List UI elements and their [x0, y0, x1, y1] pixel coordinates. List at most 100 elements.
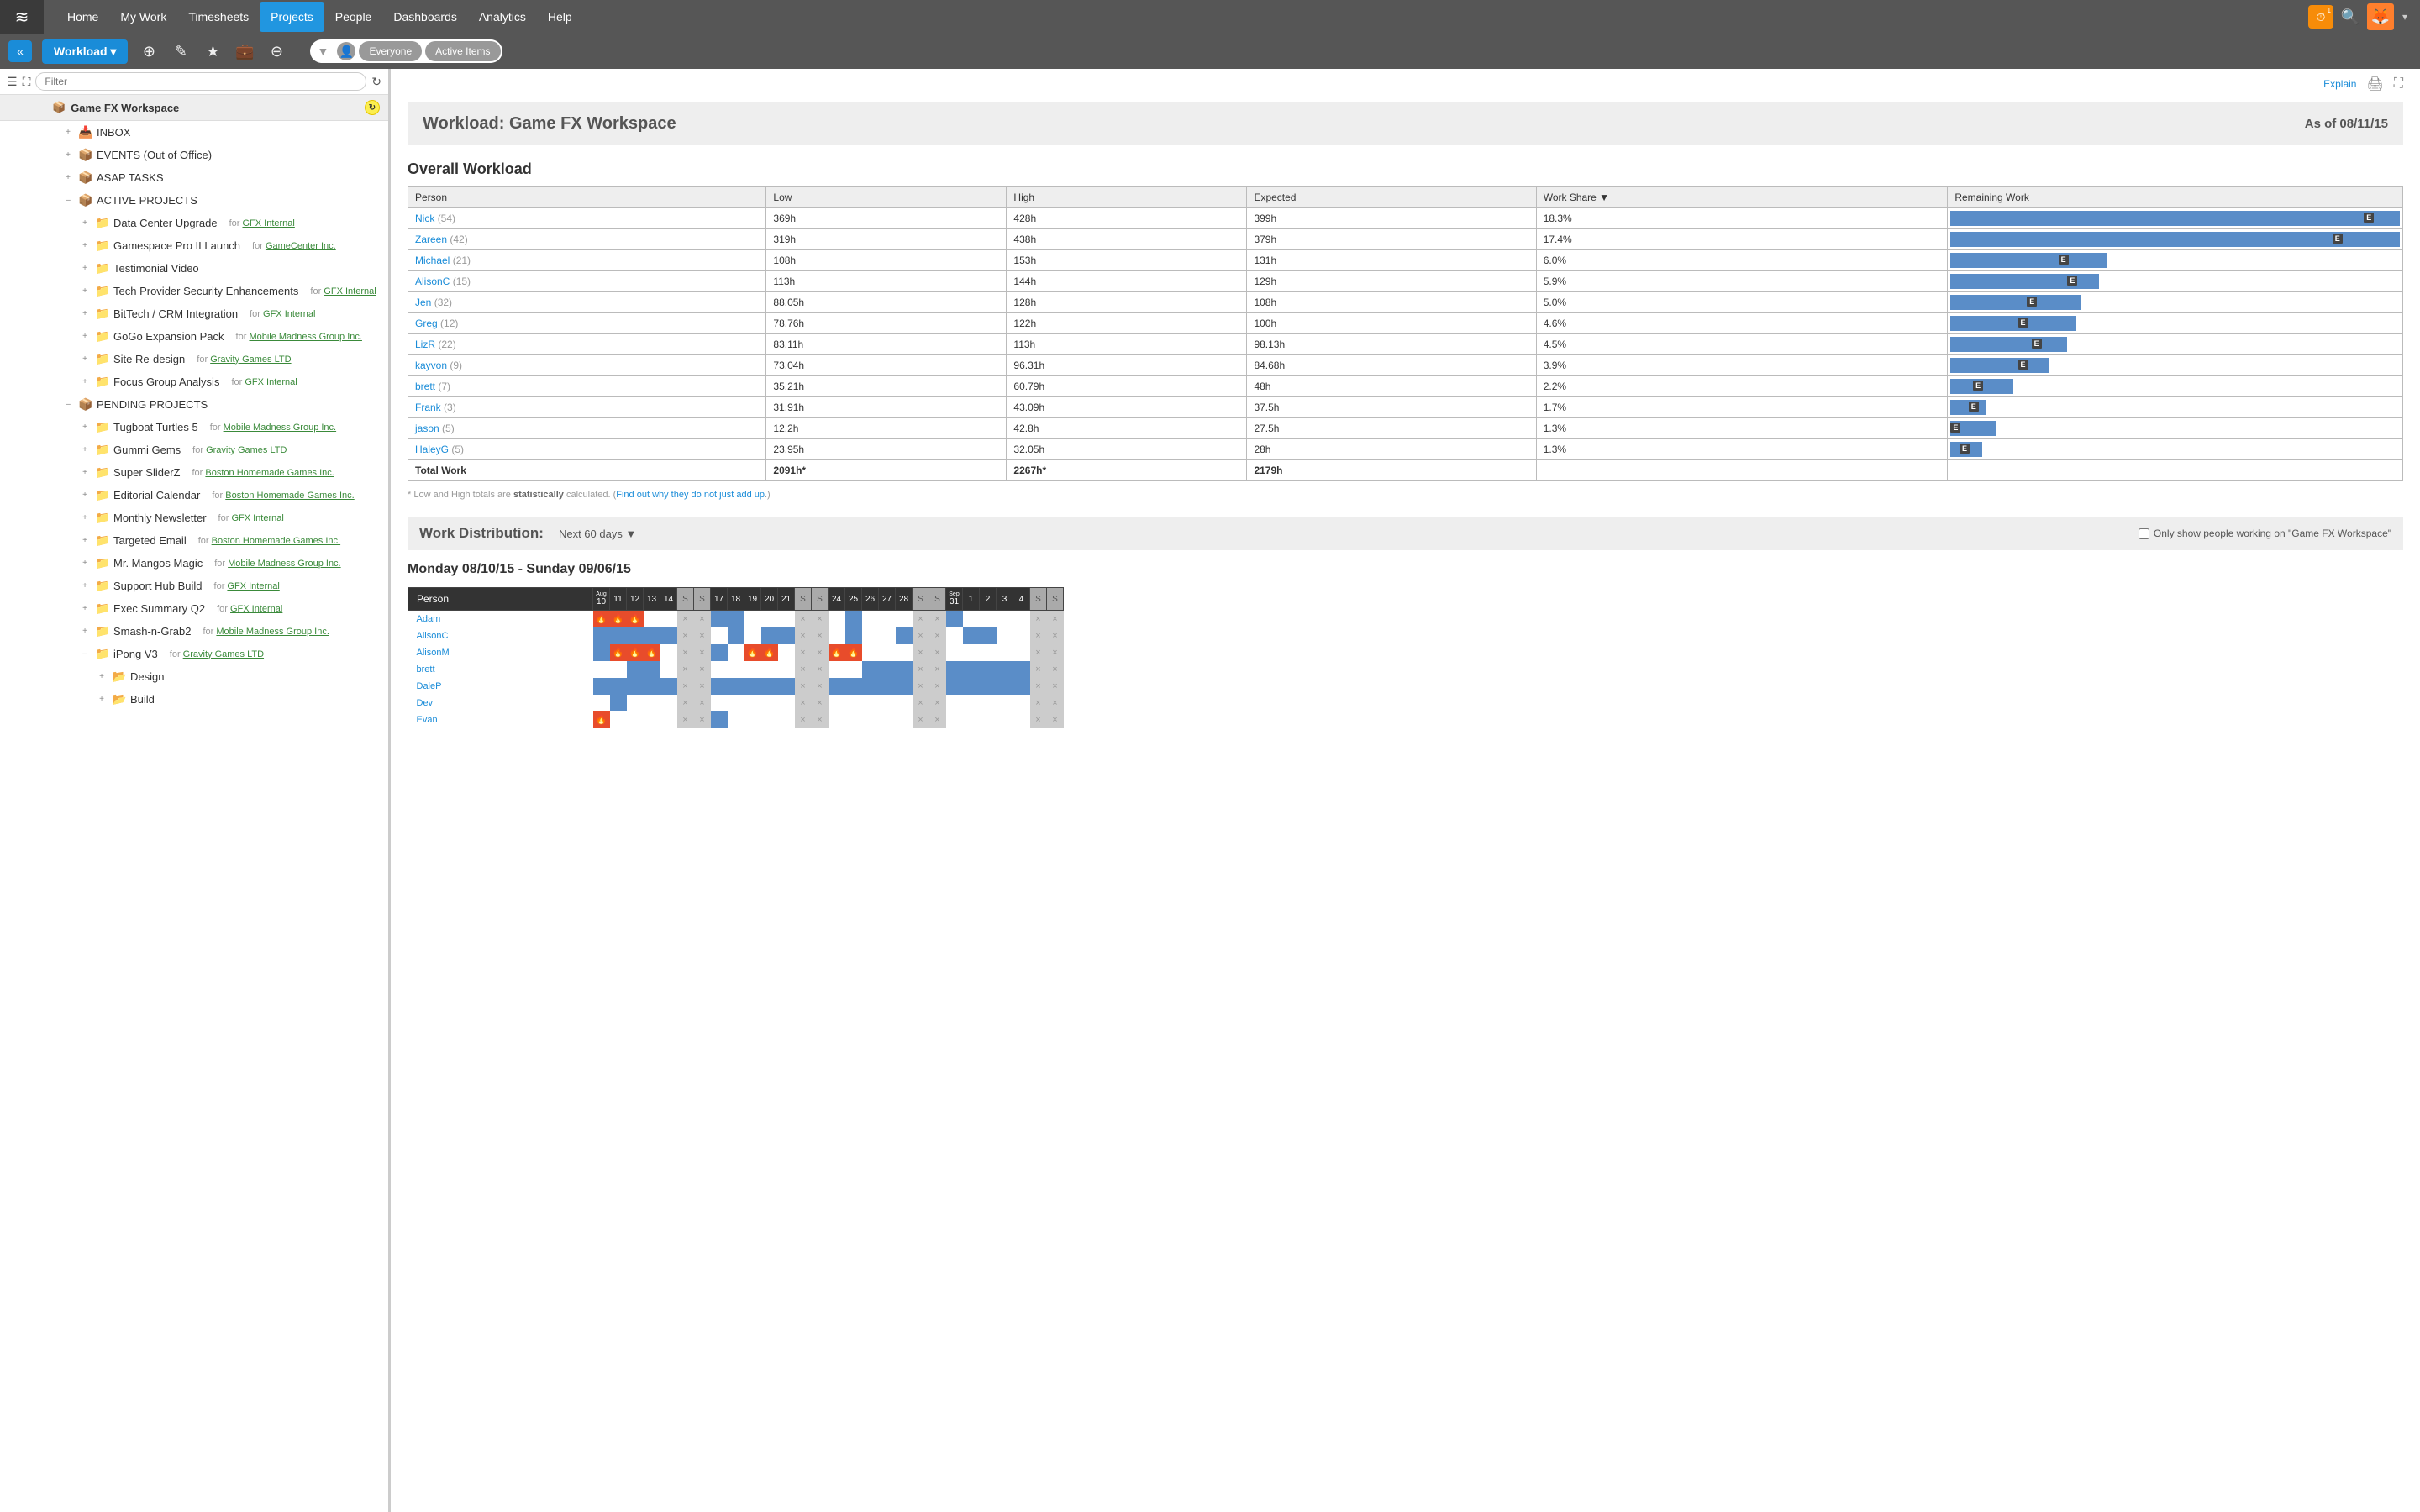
person-link[interactable]: DaleP	[417, 681, 442, 691]
briefcase-icon[interactable]: 💼	[234, 40, 255, 62]
day-cell[interactable]	[660, 627, 677, 644]
day-cell[interactable]: ×	[812, 627, 829, 644]
day-cell[interactable]	[963, 627, 980, 644]
day-cell[interactable]	[896, 611, 913, 627]
expand-icon[interactable]: +	[63, 150, 73, 160]
day-cell[interactable]	[946, 678, 963, 695]
day-cell[interactable]	[845, 678, 862, 695]
day-cell[interactable]: ×	[1047, 678, 1064, 695]
expand-icon[interactable]: –	[80, 649, 90, 659]
day-cell[interactable]	[627, 711, 644, 728]
day-cell[interactable]	[997, 644, 1013, 661]
list-icon[interactable]: ☰	[7, 75, 18, 89]
day-cell[interactable]: ×	[795, 644, 812, 661]
day-cell[interactable]	[879, 711, 896, 728]
person-link[interactable]: Evan	[417, 715, 438, 725]
day-cell[interactable]	[845, 661, 862, 678]
day-cell[interactable]: ×	[1030, 644, 1047, 661]
day-cell[interactable]	[862, 611, 879, 627]
day-cell[interactable]: ×	[929, 661, 946, 678]
day-cell[interactable]	[980, 695, 997, 711]
day-cell[interactable]: ×	[812, 711, 829, 728]
expand-icon[interactable]: +	[80, 218, 90, 228]
day-cell[interactable]	[644, 678, 660, 695]
day-cell[interactable]: 🔥	[593, 611, 610, 627]
user-menu-caret[interactable]: ▾	[2402, 11, 2407, 23]
nav-dashboards[interactable]: Dashboards	[382, 2, 468, 32]
tree-item[interactable]: +📁Support Hub Buildfor GFX Internal	[0, 575, 388, 597]
filter-everyone[interactable]: Everyone	[359, 41, 422, 61]
day-cell[interactable]	[744, 711, 761, 728]
filter-active-items[interactable]: Active Items	[425, 41, 500, 61]
day-cell[interactable]: ×	[1030, 711, 1047, 728]
day-cell[interactable]: ×	[929, 695, 946, 711]
expand-icon[interactable]: +	[80, 513, 90, 522]
day-cell[interactable]	[744, 661, 761, 678]
day-cell[interactable]	[946, 627, 963, 644]
tree-item[interactable]: +📁Targeted Emailfor Boston Homemade Game…	[0, 529, 388, 552]
day-cell[interactable]	[1013, 644, 1030, 661]
nav-analytics[interactable]: Analytics	[468, 2, 537, 32]
day-cell[interactable]	[980, 678, 997, 695]
day-cell[interactable]	[660, 695, 677, 711]
day-cell[interactable]	[778, 678, 795, 695]
nav-my-work[interactable]: My Work	[109, 2, 177, 32]
expand-icon[interactable]: +	[80, 423, 90, 432]
expand-icon[interactable]: +	[80, 627, 90, 636]
tree-item[interactable]: +📁Exec Summary Q2for GFX Internal	[0, 597, 388, 620]
day-cell[interactable]: ×	[677, 661, 694, 678]
day-cell[interactable]	[761, 711, 778, 728]
day-cell[interactable]	[963, 695, 980, 711]
day-cell[interactable]	[711, 695, 728, 711]
day-cell[interactable]	[963, 611, 980, 627]
day-cell[interactable]: ×	[694, 678, 711, 695]
tree-item[interactable]: +📁Gamespace Pro II Launchfor GameCenter …	[0, 234, 388, 257]
day-cell[interactable]: ×	[913, 644, 929, 661]
day-cell[interactable]: ×	[1030, 678, 1047, 695]
expand-icon[interactable]: +	[80, 264, 90, 273]
day-cell[interactable]: ×	[913, 611, 929, 627]
day-cell[interactable]	[711, 661, 728, 678]
day-cell[interactable]	[896, 661, 913, 678]
day-cell[interactable]	[829, 678, 845, 695]
nav-help[interactable]: Help	[537, 2, 583, 32]
tree-item[interactable]: +📁Testimonial Video	[0, 257, 388, 280]
expand-icon[interactable]: +	[80, 604, 90, 613]
person-link[interactable]: Adam	[417, 614, 441, 624]
expand-icon[interactable]: +	[80, 332, 90, 341]
day-cell[interactable]	[896, 644, 913, 661]
filter-icon[interactable]: ▼	[310, 45, 335, 58]
tree-item[interactable]: +📁Site Re-designfor Gravity Games LTD	[0, 348, 388, 370]
add-icon[interactable]: ⊕	[138, 40, 160, 62]
day-cell[interactable]	[896, 678, 913, 695]
expand-icon[interactable]: +	[80, 354, 90, 364]
person-filter-icon[interactable]: 👤	[337, 42, 355, 60]
day-cell[interactable]	[593, 678, 610, 695]
nav-timesheets[interactable]: Timesheets	[177, 2, 260, 32]
day-cell[interactable]	[627, 695, 644, 711]
day-cell[interactable]	[980, 661, 997, 678]
day-cell[interactable]	[963, 711, 980, 728]
expand-icon[interactable]: +	[63, 128, 73, 137]
day-cell[interactable]: ×	[694, 611, 711, 627]
remove-icon[interactable]: ⊖	[266, 40, 287, 62]
day-cell[interactable]	[728, 678, 744, 695]
day-cell[interactable]	[997, 695, 1013, 711]
day-cell[interactable]	[711, 678, 728, 695]
day-cell[interactable]	[778, 695, 795, 711]
day-cell[interactable]	[946, 644, 963, 661]
day-cell[interactable]	[610, 627, 627, 644]
day-cell[interactable]	[845, 627, 862, 644]
day-cell[interactable]: ×	[677, 611, 694, 627]
day-cell[interactable]	[778, 644, 795, 661]
day-cell[interactable]	[610, 678, 627, 695]
expand-icon[interactable]: +	[80, 468, 90, 477]
day-cell[interactable]	[862, 644, 879, 661]
day-cell[interactable]	[1013, 678, 1030, 695]
workspace-root[interactable]: 📦 Game FX Workspace ↻	[0, 95, 388, 121]
expand-icon[interactable]: +	[97, 695, 107, 704]
person-link[interactable]: Zareen	[415, 234, 447, 245]
day-cell[interactable]: ×	[677, 695, 694, 711]
day-cell[interactable]	[1013, 627, 1030, 644]
day-cell[interactable]	[761, 678, 778, 695]
